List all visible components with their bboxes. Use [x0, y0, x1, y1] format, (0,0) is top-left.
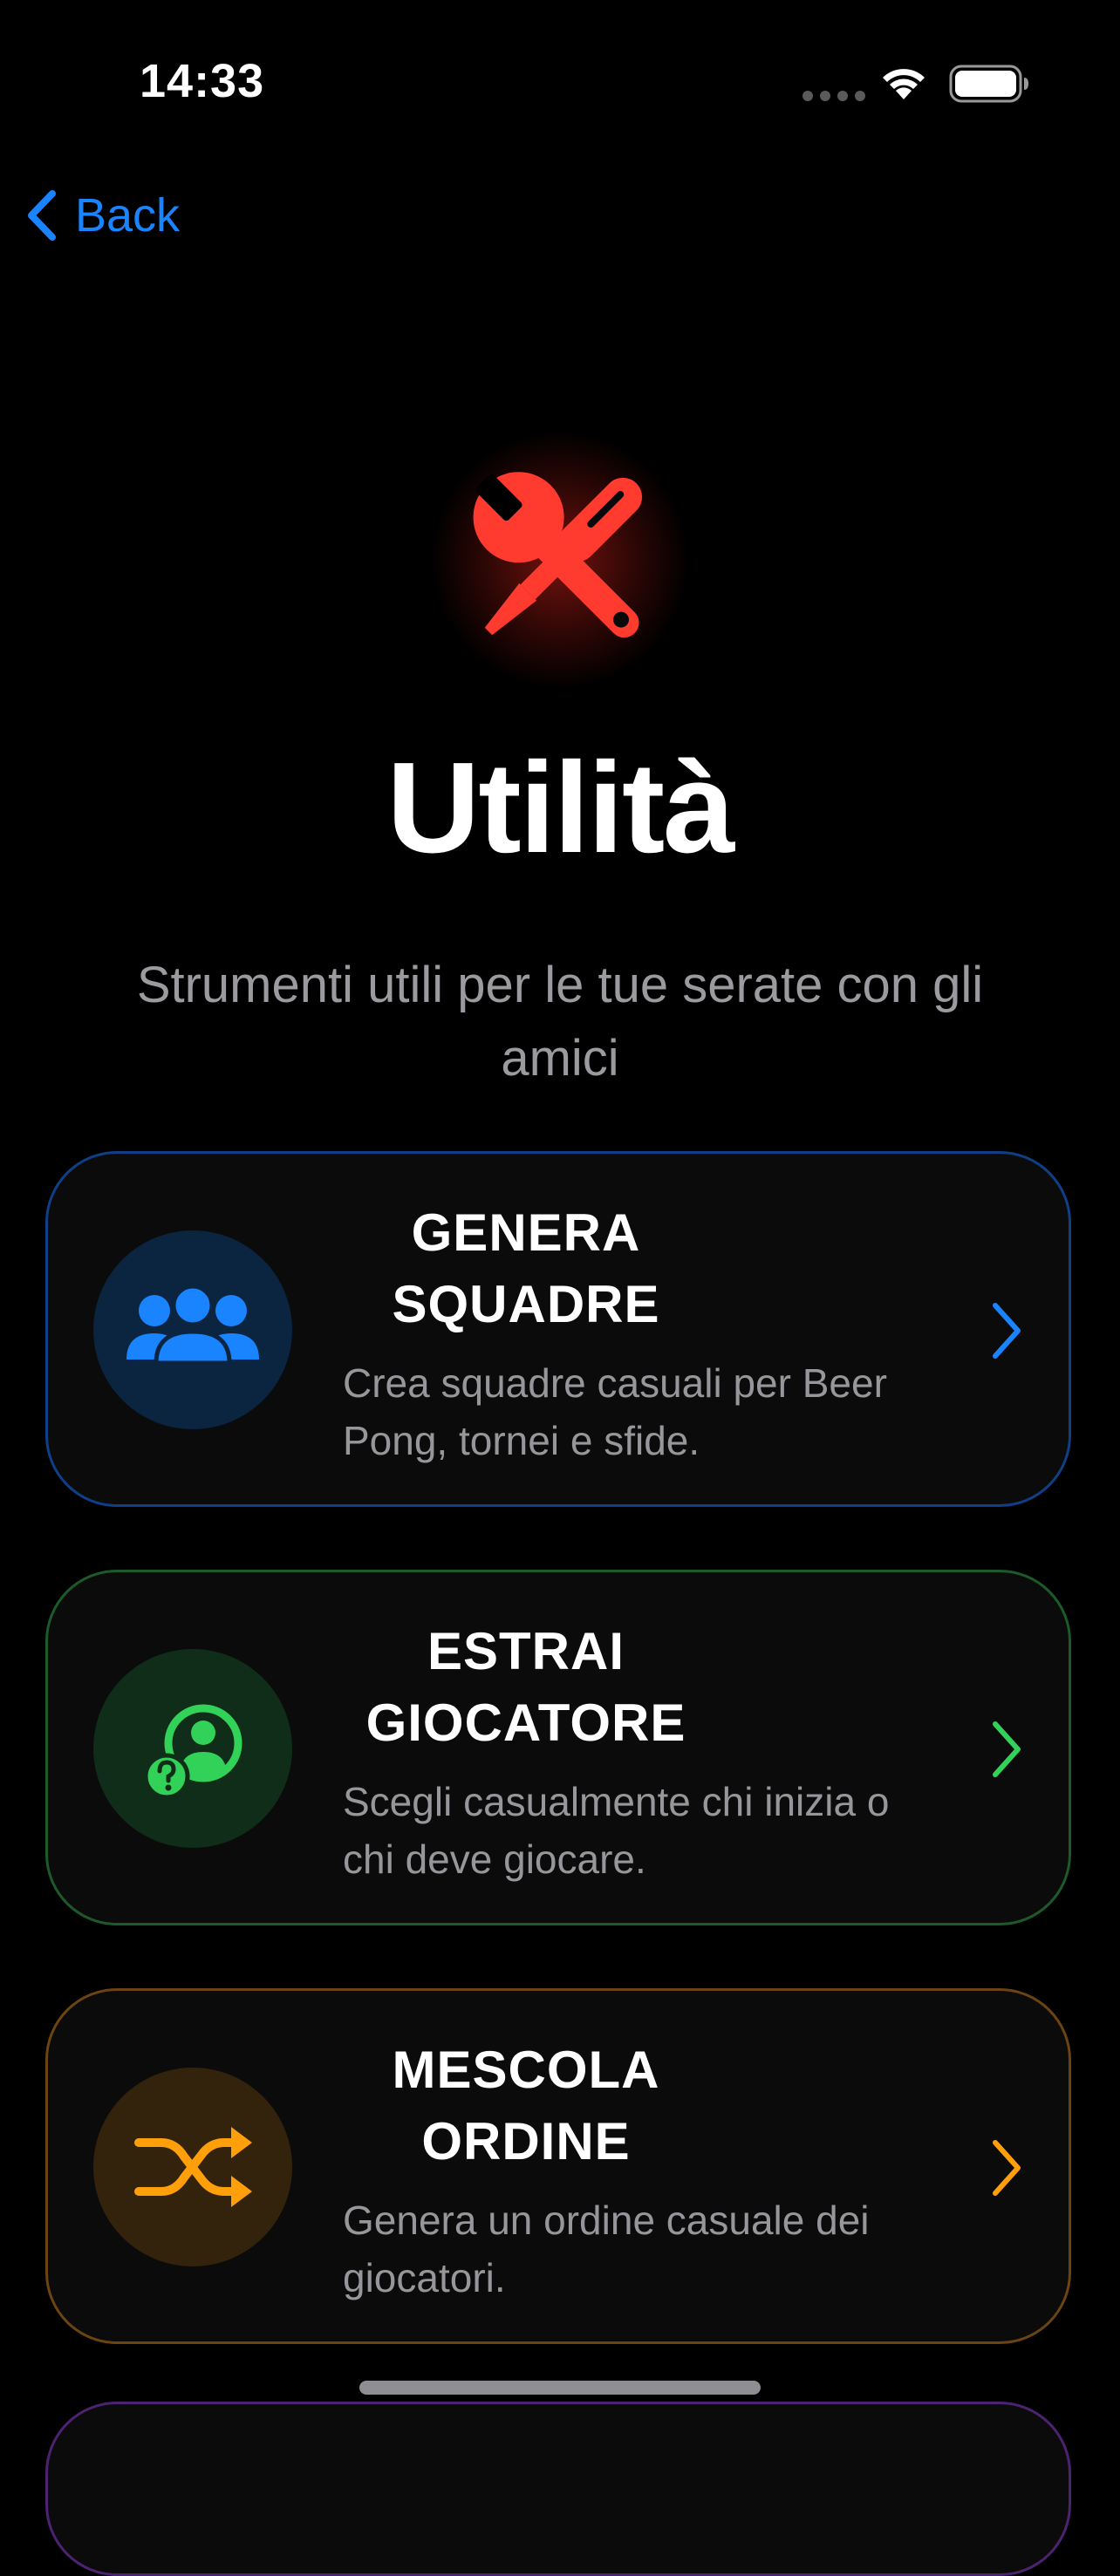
- home-indicator[interactable]: [359, 2381, 761, 2395]
- group-icon: [126, 1284, 259, 1366]
- wifi-icon: [883, 69, 925, 99]
- chevron-left-icon: [28, 190, 56, 241]
- cellular-signal-icon: [802, 91, 865, 101]
- card-icon-circle: [93, 1649, 292, 1848]
- tools-icon: [473, 472, 643, 638]
- card-title: MESCOLA ORDINE: [392, 2041, 660, 2171]
- card-estrai-giocatore[interactable]: ESTRAI GIOCATORE Scegli casualmente chi …: [45, 1570, 1071, 1925]
- back-label: Back: [75, 189, 181, 242]
- page-title: Utilità: [386, 736, 734, 880]
- shuffle-icon: [134, 2127, 252, 2207]
- card-icon-circle: [93, 2068, 292, 2266]
- card-mescola-ordine[interactable]: MESCOLA ORDINE Genera un ordine casuale …: [45, 1988, 1071, 2344]
- back-button[interactable]: Back: [23, 183, 180, 248]
- card-icon-circle: [93, 1230, 292, 1429]
- card-description: Crea squadre casuali per Beer Pong, torn…: [343, 1360, 887, 1463]
- random-player-icon: [143, 1704, 242, 1800]
- card-title: ESTRAI GIOCATORE: [365, 1622, 686, 1752]
- page-subtitle: Strumenti utili per le tue serate con gl…: [136, 957, 984, 1087]
- card-description: Genera un ordine casuale dei giocatori.: [343, 2198, 870, 2300]
- card-title: GENERA SQUADRE: [392, 1203, 660, 1333]
- card-genera-squadre[interactable]: GENERA SQUADRE Crea squadre casuali per …: [45, 1151, 1071, 1507]
- chevron-right-icon: [993, 1303, 1021, 1359]
- chevron-right-icon: [993, 1721, 1021, 1777]
- card-description: Scegli casualmente chi inizia o chi deve…: [343, 1779, 890, 1882]
- card-partial[interactable]: [45, 2402, 1071, 2576]
- chevron-right-icon: [993, 2140, 1021, 2196]
- battery-icon: [949, 65, 1028, 103]
- status-time: 14:33: [140, 55, 265, 107]
